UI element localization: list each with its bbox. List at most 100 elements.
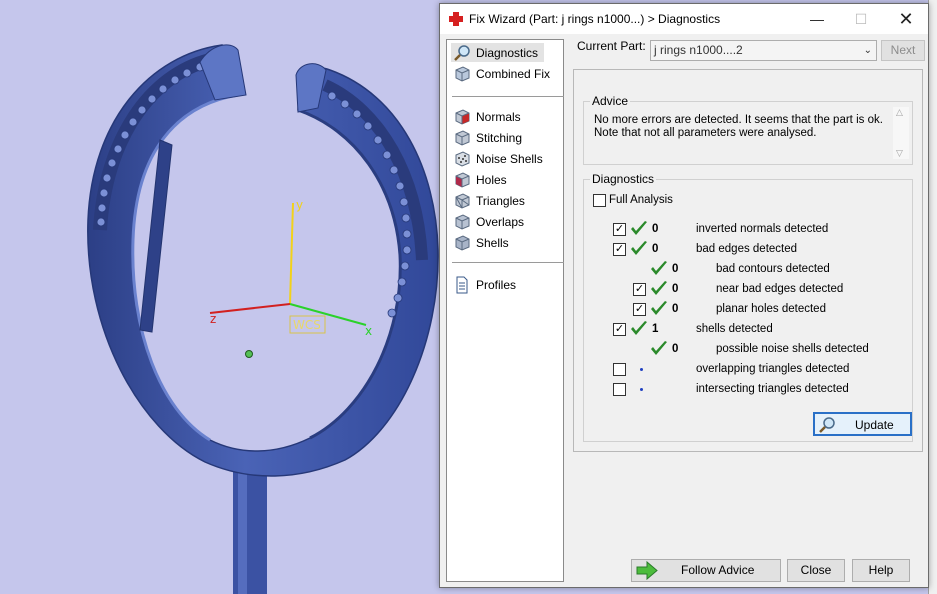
follow-advice-button[interactable]: Follow Advice — [631, 559, 781, 582]
row-label: near bad edges detected — [716, 283, 844, 295]
y-axis-label: y — [296, 198, 303, 212]
pending-dot-icon — [640, 388, 643, 391]
close-window-button[interactable]: ✕ — [884, 4, 928, 34]
nav-item-diagnostics[interactable]: Diagnostics — [451, 43, 545, 62]
green-check-icon — [651, 341, 667, 355]
wizard-nav: Diagnostics Combined Fix Normals Stitchi… — [446, 39, 564, 582]
nav-item-overlaps[interactable]: Overlaps — [451, 212, 530, 231]
nav-separator — [452, 262, 564, 263]
ring-stand — [233, 470, 267, 594]
row-checkbox[interactable] — [613, 363, 626, 376]
green-check-icon — [631, 221, 647, 235]
diagnostics-group: Diagnostics Full Analysis ✓ 0 inverted nor… — [583, 172, 913, 442]
row-checkbox[interactable]: ✓ — [613, 323, 626, 336]
help-button[interactable]: Help — [852, 559, 910, 582]
nav-label-holes: Holes — [476, 172, 507, 187]
row-label: intersecting triangles detected — [696, 383, 849, 395]
row-label: inverted normals detected — [696, 223, 829, 235]
maximize-button[interactable]: ☐ — [839, 4, 883, 34]
dialog-title: Fix Wizard (Part: j rings n1000...) > Di… — [469, 12, 721, 26]
document-icon — [456, 276, 468, 293]
update-button-label: Update — [855, 418, 894, 432]
pending-dot-icon — [640, 368, 643, 371]
normals-cube-icon — [455, 108, 470, 125]
cube-icon — [455, 65, 470, 82]
noise-shells-icon — [455, 150, 470, 167]
holes-cube-icon — [455, 171, 470, 188]
overlaps-cube-icon — [455, 213, 470, 230]
advice-text: No more errors are detected. It seems th… — [594, 114, 883, 139]
stitching-cube-icon — [455, 129, 470, 146]
full-analysis-label: Full Analysis — [609, 194, 673, 206]
chevron-down-icon: ⌄ — [863, 45, 872, 56]
wcs-label: WCS — [293, 318, 321, 332]
diagnostics-panel: Advice No more errors are detected. It s… — [573, 69, 923, 452]
advice-title: Advice — [590, 94, 631, 108]
row-count: 1 — [652, 323, 659, 335]
current-part-select[interactable]: j rings n1000....2 ⌄ — [650, 40, 877, 61]
row-count: 0 — [672, 283, 679, 295]
nav-item-stitching[interactable]: Stitching — [451, 128, 528, 147]
row-checkbox[interactable]: ✓ — [633, 283, 646, 296]
nav-item-holes[interactable]: Holes — [451, 170, 513, 189]
row-label: bad contours detected — [716, 263, 830, 275]
advice-group: Advice No more errors are detected. It s… — [583, 94, 913, 165]
nav-item-shells[interactable]: Shells — [451, 233, 515, 252]
row-checkbox[interactable]: ✓ — [633, 303, 646, 316]
row-count: 0 — [672, 343, 679, 355]
row-label: planar holes detected — [716, 303, 826, 315]
nav-label-normals: Normals — [476, 109, 521, 124]
next-button[interactable]: Next — [881, 40, 925, 61]
current-part-label: Current Part: — [577, 39, 646, 53]
green-arrow-icon — [636, 561, 658, 580]
advice-scrollbar[interactable]: △ ▽ — [893, 107, 909, 159]
row-label: shells detected — [696, 323, 773, 335]
row-label: possible noise shells detected — [716, 343, 869, 355]
green-check-icon — [651, 281, 667, 295]
shells-cube-icon — [455, 234, 470, 251]
background-app-edge — [928, 0, 937, 594]
scroll-down-icon[interactable]: ▽ — [896, 148, 903, 159]
nav-label-stitching: Stitching — [476, 130, 523, 145]
row-checkbox[interactable]: ✓ — [613, 243, 626, 256]
row-count: 0 — [672, 263, 679, 275]
magnifier-icon — [819, 417, 835, 433]
row-count: 0 — [672, 303, 679, 315]
row-count: 0 — [652, 243, 659, 255]
fix-wizard-dialog: Fix Wizard (Part: j rings n1000...) > Di… — [439, 3, 929, 588]
green-check-icon — [631, 241, 647, 255]
nav-item-noise-shells[interactable]: Noise Shells — [451, 149, 549, 168]
nav-separator — [452, 96, 564, 97]
row-count: 0 — [652, 223, 659, 235]
nav-item-normals[interactable]: Normals — [451, 107, 527, 126]
update-button[interactable]: Update — [813, 412, 912, 436]
row-label: bad edges detected — [696, 243, 798, 255]
nav-item-combined-fix[interactable]: Combined Fix — [451, 64, 556, 83]
follow-advice-label: Follow Advice — [681, 563, 755, 577]
full-analysis-checkbox[interactable] — [593, 194, 606, 207]
nav-label-shells: Shells — [476, 235, 509, 250]
green-check-icon — [651, 301, 667, 315]
z-axis-label: z — [210, 312, 216, 326]
close-button[interactable]: Close — [787, 559, 845, 582]
minimize-button[interactable]: — — [795, 4, 839, 34]
title-bar[interactable]: Fix Wizard (Part: j rings n1000...) > Di… — [440, 4, 928, 34]
x-axis-label: x — [365, 324, 372, 338]
nav-label-noise-shells: Noise Shells — [476, 151, 543, 166]
green-check-icon — [631, 321, 647, 335]
row-checkbox[interactable]: ✓ — [613, 223, 626, 236]
scroll-up-icon[interactable]: △ — [896, 107, 903, 118]
current-part-value: j rings n1000....2 — [654, 43, 743, 57]
nav-label-profiles: Profiles — [476, 277, 517, 292]
nav-item-profiles[interactable]: Profiles — [451, 275, 522, 294]
row-checkbox[interactable] — [613, 383, 626, 396]
nav-item-triangles[interactable]: Triangles — [451, 191, 531, 210]
red-cross-icon — [449, 12, 463, 26]
triangles-cube-icon — [455, 192, 470, 209]
row-label: overlapping triangles detected — [696, 363, 850, 375]
diagnostics-title: Diagnostics — [590, 172, 657, 186]
magnifier-icon — [454, 44, 470, 61]
nav-label-overlaps: Overlaps — [476, 214, 525, 229]
nav-label-triangles: Triangles — [476, 193, 525, 208]
green-check-icon — [651, 261, 667, 275]
